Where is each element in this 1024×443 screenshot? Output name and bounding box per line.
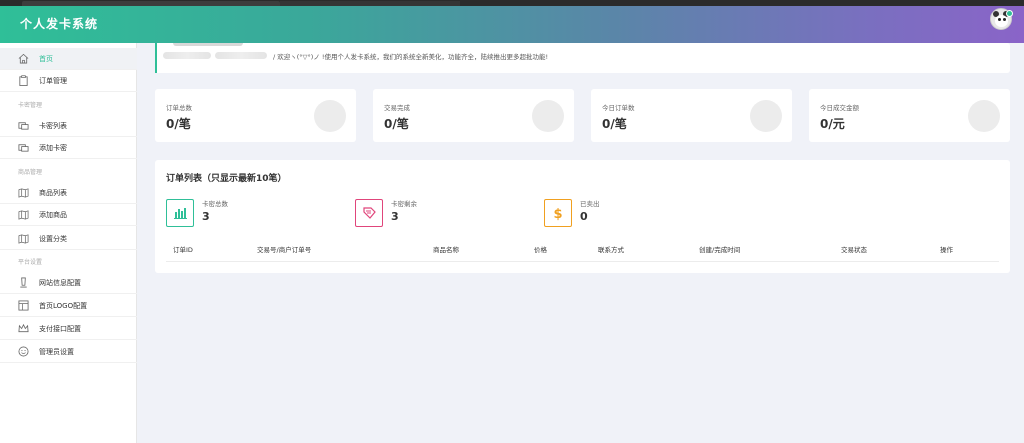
app-header: 个人发卡系统	[0, 6, 1024, 43]
redacted-text	[215, 52, 267, 59]
mini-stat-label: 卡密总数	[202, 200, 228, 208]
stat-label: 订单总数	[166, 104, 192, 112]
redacted-text	[163, 52, 211, 59]
sidebar-item-label: 添加商品	[39, 211, 67, 219]
column-header-actions: 操作	[940, 246, 953, 254]
stat-value: 0/笔	[166, 117, 191, 131]
dollar-icon: $	[544, 199, 572, 227]
sidebar: 首页 订单管理 卡密管理 卡密列表 添加卡密 商品管理 商品列表 添加商品 设置…	[0, 43, 137, 443]
stat-value: 0/笔	[384, 117, 409, 131]
tower-icon	[20, 277, 27, 288]
sidebar-item-label: 支付接口配置	[39, 325, 81, 333]
map-icon	[18, 188, 29, 198]
notice-text: / 欢迎ヽ(°▽°)ノ !使用个人发卡系统，我们的系统全新美化，功能齐全，陆续推…	[273, 53, 549, 61]
bar-chart-icon	[166, 199, 194, 227]
mini-stat-value: 3	[202, 210, 210, 223]
stat-circle-icon	[750, 100, 782, 132]
sidebar-item-label: 首页LOGO配置	[39, 302, 88, 310]
sidebar-item-label: 设置分类	[39, 235, 67, 243]
column-header-trade-no: 交易号/商户订单号	[257, 246, 312, 254]
stat-label: 今日成交金额	[820, 104, 859, 112]
welcome-notice: / 欢迎ヽ(°▽°)ノ !使用个人发卡系统，我们的系统全新美化，功能齐全，陆续推…	[155, 43, 1010, 73]
sidebar-item-card-list[interactable]: 卡密列表	[0, 115, 137, 137]
sidebar-item-label: 网站信息配置	[39, 279, 81, 287]
sidebar-group-label: 平台设置	[18, 259, 43, 266]
home-icon	[18, 53, 29, 64]
sidebar-item-orders[interactable]: 订单管理	[0, 70, 137, 92]
stat-circle-icon	[532, 100, 564, 132]
stat-card-total-orders: 订单总数 0/笔	[155, 89, 356, 142]
map-icon	[18, 210, 29, 220]
column-header-product-name: 商品名称	[433, 246, 459, 254]
column-header-time: 创建/完成时间	[699, 246, 741, 254]
smile-icon	[18, 346, 29, 357]
column-header-contact: 联系方式	[598, 246, 624, 254]
sidebar-item-home[interactable]: 首页	[0, 48, 137, 70]
stat-circle-icon	[314, 100, 346, 132]
stat-value: 0/元	[820, 117, 845, 131]
cards-icon	[18, 144, 29, 152]
stat-label: 交易完成	[384, 104, 410, 112]
stat-value: 0/笔	[602, 117, 627, 131]
crown-icon	[18, 323, 29, 333]
sidebar-item-add-card[interactable]: 添加卡密	[0, 137, 137, 159]
stat-card-today-orders: 今日订单数 0/笔	[591, 89, 792, 142]
sidebar-item-set-category[interactable]: 设置分类	[0, 228, 137, 250]
stat-circle-icon	[968, 100, 1000, 132]
stat-card-today-amount: 今日成交金额 0/元	[809, 89, 1010, 142]
tag-icon	[355, 199, 383, 227]
sidebar-item-payment-config[interactable]: 支付接口配置	[0, 318, 137, 340]
sidebar-item-site-info[interactable]: 网站信息配置	[0, 272, 137, 294]
column-header-order-id: 订单ID	[173, 246, 193, 254]
svg-text:$: $	[553, 207, 562, 222]
cards-icon	[18, 122, 29, 130]
app-title: 个人发卡系统	[20, 17, 99, 31]
stat-card-completed: 交易完成 0/笔	[373, 89, 574, 142]
sidebar-group-label: 商品管理	[18, 169, 43, 176]
table-divider	[166, 261, 999, 262]
map-icon	[18, 234, 29, 244]
mini-stat-label: 已卖出	[580, 200, 600, 208]
sidebar-item-label: 管理员设置	[39, 348, 74, 356]
notice-title-obscured	[173, 43, 243, 46]
sidebar-item-label: 首页	[39, 55, 53, 63]
sidebar-item-label: 订单管理	[39, 77, 67, 85]
sidebar-item-label: 商品列表	[39, 189, 67, 197]
order-list-card: 订单列表（只显示最新10笔） 卡密总数 3 卡密剩余 3 $ 已卖出 0 订单I…	[155, 160, 1010, 273]
mini-stat-value: 3	[391, 210, 399, 223]
column-header-price: 价格	[534, 246, 547, 254]
sidebar-item-product-list[interactable]: 商品列表	[0, 182, 137, 204]
sidebar-item-admin-settings[interactable]: 管理员设置	[0, 341, 137, 363]
online-status-dot	[1006, 10, 1013, 17]
sidebar-group-label: 卡密管理	[18, 102, 43, 109]
stat-label: 今日订单数	[602, 104, 635, 112]
sidebar-item-label: 卡密列表	[39, 122, 67, 130]
sidebar-item-logo-config[interactable]: 首页LOGO配置	[0, 295, 137, 317]
sidebar-item-add-product[interactable]: 添加商品	[0, 204, 137, 226]
sidebar-item-label: 添加卡密	[39, 144, 67, 152]
mini-stat-value: 0	[580, 210, 588, 223]
clipboard-icon	[19, 75, 28, 86]
column-header-status: 交易状态	[841, 246, 867, 254]
layout-icon	[18, 300, 29, 311]
order-list-heading: 订单列表（只显示最新10笔）	[166, 174, 287, 184]
mini-stat-label: 卡密剩余	[391, 200, 417, 208]
